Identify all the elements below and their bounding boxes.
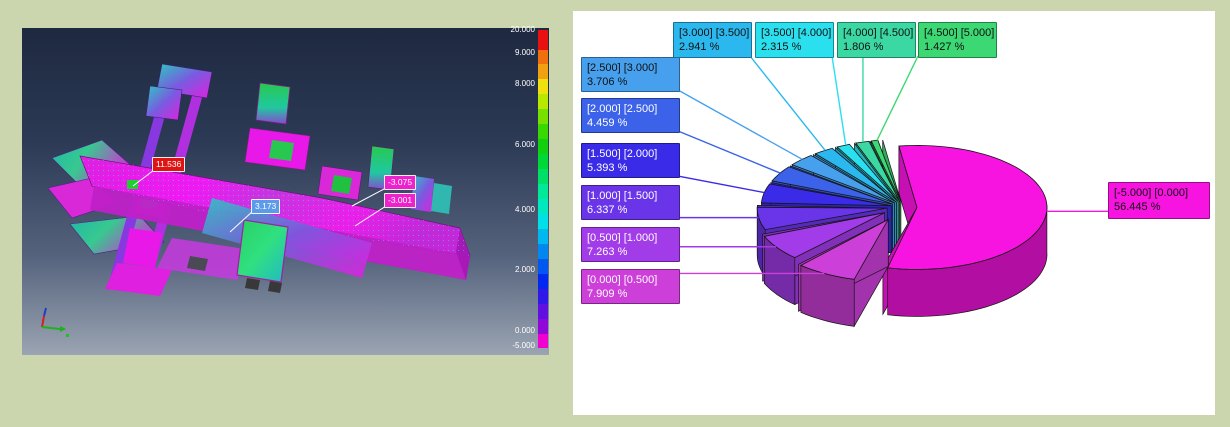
scan-object — [22, 28, 549, 355]
deviation-annotation[interactable]: 11.536 — [152, 157, 185, 172]
pie-slice-label: [0.500] [1.000]7.263 % — [581, 227, 680, 262]
pie-slice-label: [4.500] [5.000]1.427 % — [918, 22, 997, 58]
colorbar-tick-label: 2.000 — [501, 266, 535, 274]
pie-slice-label: [4.000] [4.500]1.806 % — [837, 22, 916, 58]
colorbar-tick-label: 8.000 — [501, 80, 535, 88]
pie-slice-label: [1.500] [2.000]5.393 % — [581, 143, 680, 178]
colorbar-tick-label: 0.000 — [501, 327, 535, 335]
pie-slice-label: [3.000] [3.500]2.941 % — [673, 22, 752, 58]
colorbar-tick-label: 6.000 — [501, 141, 535, 149]
3d-viewport[interactable]: 11.536 3.173 -3.075 -3.001 20.000 9.000 8.000… — [22, 28, 549, 355]
pie-slice-label: [2.500] [3.000]3.706 % — [581, 57, 680, 92]
colorbar-tick-label: -5.000 — [501, 342, 535, 350]
pie-chart-panel: [-5.000] [0.000]56.445 % [0.000] [0.500]7… — [573, 11, 1215, 415]
colorbar-tick-label: 4.000 — [501, 206, 535, 214]
deviation-annotation[interactable]: 3.173 — [251, 199, 280, 214]
pie-slice-label: [-5.000] [0.000]56.445 % — [1108, 182, 1210, 219]
report-page: 11.536 3.173 -3.075 -3.001 20.000 9.000 8.000… — [0, 0, 1230, 427]
colorbar-tick-label: 20.000 — [501, 26, 535, 34]
pie-slice — [883, 145, 1047, 316]
deviation-colorbar — [538, 30, 548, 348]
deviation-annotation[interactable]: -3.001 — [384, 193, 416, 208]
axes-triad-icon — [42, 308, 69, 337]
pie-slice-label: [2.000] [2.500]4.459 % — [581, 98, 680, 133]
pie-slice-label: [3.500] [4.000]2.315 % — [755, 22, 834, 58]
colorbar-tick-label: 9.000 — [501, 49, 535, 57]
deviation-annotation[interactable]: -3.075 — [384, 175, 416, 190]
pie-slice-label: [1.000] [1.500]6.337 % — [581, 185, 680, 220]
pie-slice-label: [0.000] [0.500]7.909 % — [581, 269, 680, 304]
